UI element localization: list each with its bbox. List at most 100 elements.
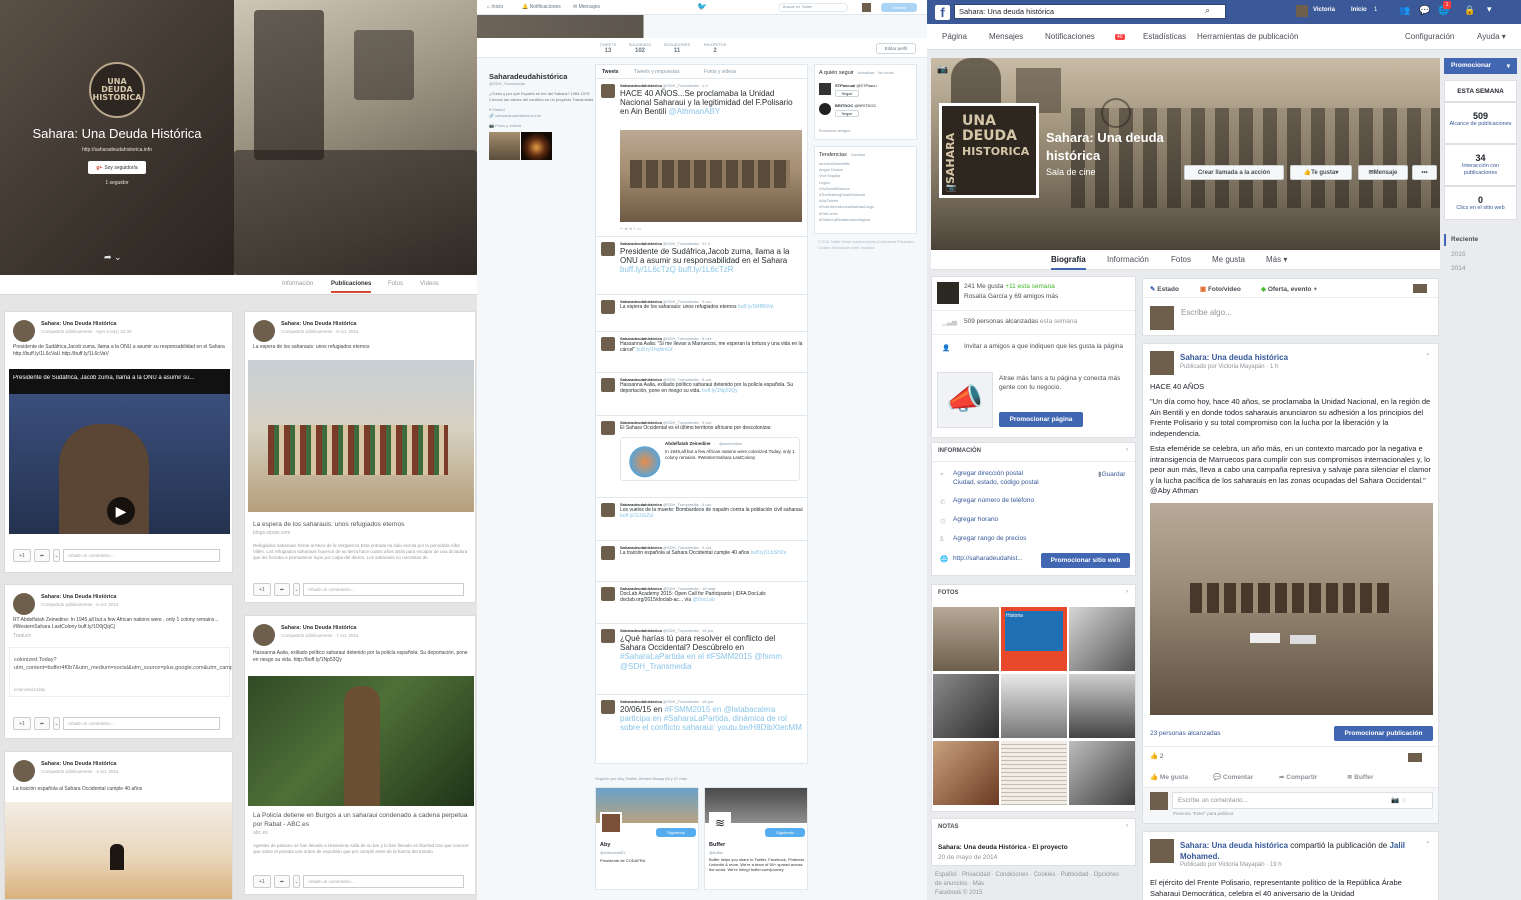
page-url[interactable]: http://saharadeudahistorica.info bbox=[0, 147, 234, 153]
user-name[interactable]: Victoria bbox=[1313, 7, 1335, 13]
tab-tweets-replies[interactable]: Tweets y respuestas bbox=[634, 69, 680, 75]
comment-action[interactable]: 💬 Comentar bbox=[1213, 773, 1253, 781]
tweet[interactable]: Saharadeudahistórica @SDH_Transmedia · 5… bbox=[596, 417, 807, 498]
plus-one-button[interactable]: +1 bbox=[253, 583, 271, 596]
link-image[interactable] bbox=[248, 676, 474, 806]
video-embed[interactable]: Presidente de Sudáfrica, Jacob zuma, lla… bbox=[9, 369, 230, 534]
link-preview[interactable]: colonized.Today?utm_content=buffer4f0b7&… bbox=[9, 647, 232, 697]
edit-profile-button[interactable]: Editar perfil bbox=[876, 43, 916, 54]
share-icon[interactable]: ➦ bbox=[274, 875, 290, 888]
tab-informacion[interactable]: Información bbox=[1107, 255, 1149, 264]
avatar[interactable] bbox=[862, 3, 871, 12]
nav-notifications[interactable]: 🔔 Notificaciones bbox=[522, 4, 561, 10]
search-input[interactable]: Sahara: Una deuda histórica bbox=[954, 4, 1226, 19]
tab-biografia[interactable]: Biografía bbox=[1051, 255, 1086, 270]
avatar[interactable] bbox=[1413, 284, 1427, 293]
add-hours-link[interactable]: Agregar horario bbox=[953, 516, 998, 523]
like-action[interactable]: 👍 Me gusta bbox=[1150, 773, 1188, 781]
photos-label[interactable]: 📷 Fotos y vídeos bbox=[489, 123, 594, 129]
weekly-reach[interactable]: 509 Alcance de publicaciones bbox=[1444, 102, 1517, 144]
avatar[interactable] bbox=[819, 103, 831, 115]
tab-photos-videos[interactable]: Fotos y videos bbox=[704, 69, 736, 75]
following-button[interactable]: Siguiendo bbox=[656, 828, 696, 837]
share-icon[interactable]: ➦ bbox=[34, 549, 50, 562]
chevron-down-icon[interactable]: ⌄ bbox=[53, 717, 60, 730]
promote-page-button[interactable]: Promocionar página bbox=[999, 412, 1083, 427]
link-title[interactable]: La espera de los saharauis: unos refugia… bbox=[253, 521, 469, 528]
link-image[interactable] bbox=[248, 360, 474, 512]
tweet[interactable]: Saharadeudahistórica @SDH_Transmedia · 2… bbox=[596, 238, 807, 295]
follow-button[interactable]: g+ Soy seguidor/a bbox=[88, 161, 146, 174]
plus-one-button[interactable]: +1 bbox=[13, 549, 31, 562]
comment-input[interactable]: Añade un comentario... bbox=[303, 583, 464, 596]
share-icon[interactable]: ➦ bbox=[34, 717, 50, 730]
add-price-link[interactable]: Agregar rango de precios bbox=[953, 535, 1026, 542]
tweet[interactable]: Saharadeudahistórica @SDH_Transmedia · 4… bbox=[596, 499, 807, 541]
nav-home[interactable]: ⌂ Inicio bbox=[487, 4, 503, 10]
photo-thumb[interactable] bbox=[1069, 741, 1135, 805]
post-author[interactable]: Sahara: Una Deuda Histórica bbox=[281, 321, 357, 327]
avatar[interactable] bbox=[1408, 753, 1422, 762]
photo-thumb[interactable] bbox=[933, 674, 999, 738]
facebook-logo-icon[interactable]: f bbox=[935, 5, 950, 20]
play-icon[interactable]: ▶ bbox=[107, 497, 135, 525]
quoted-tweet[interactable]: Abdelfatah Zeinedine @azeinedine In 1945… bbox=[620, 437, 800, 481]
tweet[interactable]: Saharadeudahistórica @SDH_Transmedia · 4… bbox=[596, 542, 807, 582]
tweet[interactable]: Saharadeudahistórica @SDH_Transmedia · 1… bbox=[596, 80, 807, 237]
trend-item[interactable]: #DiaDeLaResistenciaIndigena bbox=[819, 217, 874, 223]
share-action[interactable]: ➦ Compartir bbox=[1279, 773, 1317, 781]
composer-photo[interactable]: ▣ Foto/video bbox=[1200, 285, 1241, 293]
chevron-right-icon[interactable]: › bbox=[1126, 588, 1128, 595]
timeline-2014[interactable]: 2014 bbox=[1451, 265, 1465, 272]
comment-input[interactable]: Añade un comentario... bbox=[63, 717, 220, 730]
buffer-action[interactable]: ≋ Buffer bbox=[1347, 773, 1373, 781]
post-author[interactable]: Sahara: Una Deuda Histórica bbox=[41, 321, 117, 327]
nav-mensajes[interactable]: Mensajes bbox=[989, 32, 1023, 41]
stat-following[interactable]: SIGUIENDO 102 bbox=[625, 42, 655, 54]
tweet[interactable]: Saharadeudahistórica @SDH_Transmedia · 9… bbox=[596, 296, 807, 332]
photo-thumb[interactable] bbox=[1069, 607, 1135, 671]
chevron-down-icon[interactable]: ⌄ bbox=[53, 549, 60, 562]
post-author[interactable]: Sahara: Una Deuda Histórica bbox=[281, 625, 357, 631]
more-options-button[interactable]: ••• bbox=[1412, 165, 1437, 180]
friends-icon[interactable]: 👥 bbox=[1399, 5, 1410, 16]
nav-herramientas[interactable]: Herramientas de publicación bbox=[1197, 32, 1298, 41]
suggested-user-card[interactable]: ≋ Siguiendo Buffer @buffer Buffer helps … bbox=[704, 787, 808, 890]
weekly-engagement[interactable]: 34 Interacción con publicaciones bbox=[1444, 144, 1517, 186]
comment-input[interactable]: Añade un comentario... bbox=[63, 549, 220, 562]
profile-website[interactable]: 🔗 saharadeudahistorica.info bbox=[489, 113, 594, 119]
cta-button[interactable]: Crear llamada a la acción bbox=[1184, 165, 1284, 180]
post-image[interactable] bbox=[1150, 503, 1433, 715]
page-name[interactable]: Sahara: Una deuda histórica bbox=[1046, 129, 1216, 165]
tab-fotos[interactable]: Fotos bbox=[1171, 255, 1191, 264]
post-author[interactable]: Sahara: Una Deuda Histórica bbox=[41, 761, 117, 767]
following-button[interactable]: Siguiendo bbox=[765, 828, 805, 837]
translate-link[interactable]: Traducir bbox=[13, 633, 31, 640]
like-button[interactable]: 👍 Te gusta ▾ bbox=[1290, 165, 1352, 180]
timeline-2015[interactable]: 2015 bbox=[1451, 251, 1465, 258]
save-link[interactable]: ▮Guardar bbox=[1098, 470, 1125, 478]
link-title[interactable]: La Policía detiene en Burgos a un sahara… bbox=[253, 811, 469, 829]
tweet[interactable]: Saharadeudahistórica @SDH_Transmedia · 1… bbox=[596, 696, 807, 763]
post-author[interactable]: Sahara: Una Deuda Histórica bbox=[41, 594, 117, 600]
nav-estadisticas[interactable]: Estadísticas bbox=[1143, 32, 1186, 41]
follow-button[interactable]: Seguir bbox=[835, 110, 859, 117]
promote-post-button[interactable]: Promocionar publicación bbox=[1334, 726, 1433, 741]
tweet[interactable]: Saharadeudahistórica @SDH_Transmedia · 1… bbox=[596, 625, 807, 695]
camera-icon[interactable]: 📷 ☺ bbox=[1391, 796, 1408, 804]
trend-item[interactable]: #SusinDirectionesMaoNasCargo bbox=[819, 204, 874, 210]
tab-videos[interactable]: Vídeos bbox=[420, 281, 439, 287]
camera-icon[interactable]: 📷 bbox=[937, 64, 948, 75]
post-reach[interactable]: 23 personas alcanzadas bbox=[1150, 730, 1220, 737]
tweet[interactable]: Saharadeudahistórica @SDH_Transmedia · 8… bbox=[596, 333, 807, 373]
avatar[interactable] bbox=[819, 83, 831, 95]
weekly-clicks[interactable]: 0 Clics en el sitio web bbox=[1444, 186, 1517, 220]
post-author[interactable]: Sahara: Una deuda histórica bbox=[1180, 353, 1288, 362]
chevron-down-icon[interactable]: ⌄ bbox=[1425, 349, 1430, 357]
nav-pagina[interactable]: Página bbox=[942, 32, 967, 41]
photo-thumb[interactable] bbox=[1001, 741, 1067, 805]
tweet[interactable]: Saharadeudahistórica @SDH_Transmedia · 1… bbox=[596, 583, 807, 624]
suggestion-name[interactable]: BRITDOC @BRITDOC bbox=[835, 103, 876, 108]
nav-messages[interactable]: ✉ Mensajes bbox=[573, 4, 600, 10]
search-icon[interactable]: ⌕ bbox=[1205, 5, 1210, 16]
